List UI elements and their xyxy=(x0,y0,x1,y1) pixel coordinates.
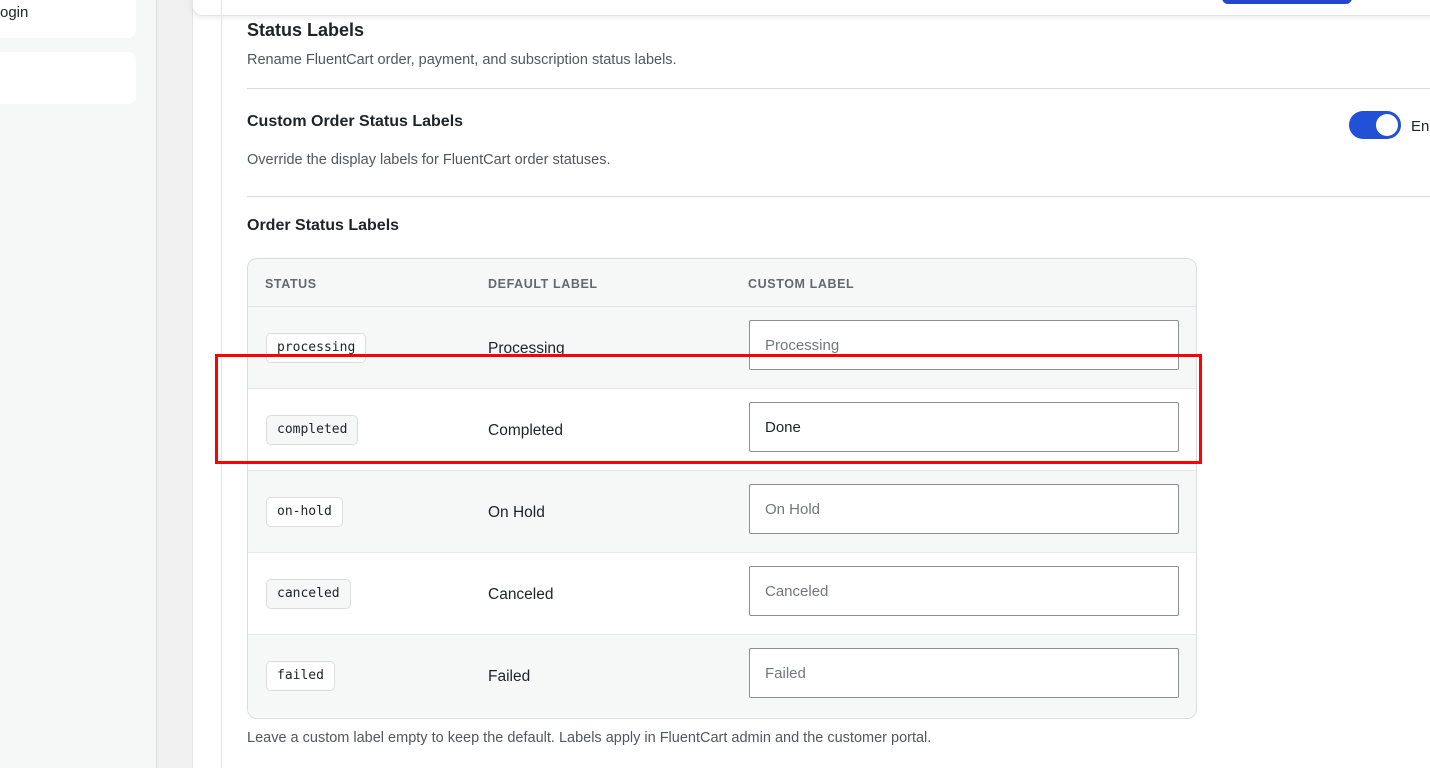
enable-toggle[interactable] xyxy=(1349,111,1401,139)
default-label: On Hold xyxy=(488,504,545,521)
section-title: Status Labels xyxy=(247,20,365,40)
section-description: Rename FluentCart order, payment, and su… xyxy=(247,52,677,68)
default-label: Canceled xyxy=(488,586,554,603)
table-row: on-hold On Hold xyxy=(248,471,1196,553)
table-header: STATUS DEFAULT LABEL CUSTOM LABEL xyxy=(248,259,1196,307)
setting-description: Override the display labels for FluentCa… xyxy=(247,152,611,168)
toggle-knob xyxy=(1376,114,1398,136)
sidebar-item-label: ogin xyxy=(0,4,29,21)
table-row: processing Processing xyxy=(248,307,1196,389)
status-labels-table: STATUS DEFAULT LABEL CUSTOM LABEL proces… xyxy=(247,258,1197,719)
default-label: Failed xyxy=(488,668,531,685)
custom-label-input-completed[interactable] xyxy=(749,402,1179,452)
default-label: Completed xyxy=(488,422,563,439)
app-stage: ogin Status Labels Rename FluentCart ord… xyxy=(0,0,1430,768)
help-text: Leave a custom label empty to keep the d… xyxy=(247,730,932,746)
status-code: canceled xyxy=(266,579,351,609)
custom-label-input-failed[interactable] xyxy=(749,648,1179,698)
table-row: canceled Canceled xyxy=(248,553,1196,635)
column-header-custom-label: CUSTOM LABEL xyxy=(748,277,855,291)
sidebar-item[interactable] xyxy=(0,52,136,104)
divider xyxy=(247,88,1430,89)
status-code: on-hold xyxy=(266,497,343,527)
custom-label-input-on-hold[interactable] xyxy=(749,484,1179,534)
column-header-status: STATUS xyxy=(265,277,317,291)
toggle-label: Ena xyxy=(1411,118,1430,135)
sidebar-item-login[interactable]: ogin xyxy=(0,0,136,38)
settings-content: Status Labels Rename FluentCart order, p… xyxy=(247,0,1430,768)
divider xyxy=(247,196,1430,197)
status-code: completed xyxy=(266,415,359,445)
panel-divider xyxy=(221,0,222,768)
column-header-default-label: DEFAULT LABEL xyxy=(488,277,598,291)
table-row: completed Completed xyxy=(248,389,1196,471)
table-title: Order Status Labels xyxy=(247,217,400,234)
setting-title: Custom Order Status Labels xyxy=(247,113,464,130)
left-sidebar: ogin xyxy=(0,0,157,768)
custom-label-input-processing[interactable] xyxy=(749,320,1179,370)
custom-label-input-canceled[interactable] xyxy=(749,566,1179,616)
default-label: Processing xyxy=(488,340,565,357)
status-code: failed xyxy=(266,661,335,691)
table-row: failed Failed xyxy=(248,635,1196,717)
status-code: processing xyxy=(266,333,367,363)
